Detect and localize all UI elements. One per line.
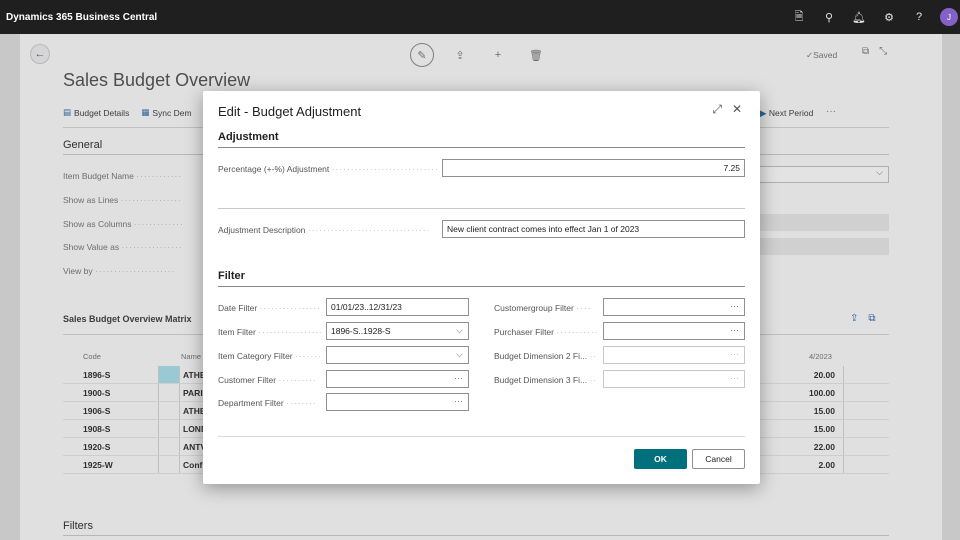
budget-dimension-2-filter-label: Budget Dimension 2 Fi... ·· bbox=[494, 351, 598, 361]
percentage-adjustment-input[interactable]: 7.25 bbox=[442, 159, 745, 177]
field-label: Date Filter bbox=[218, 303, 258, 313]
app-bar: Dynamics 365 Business Central 🗎 ⚲ 🔔︎ ⚙ ?… bbox=[0, 0, 960, 34]
document-icon[interactable]: 🗎 bbox=[784, 0, 814, 34]
search-icon[interactable]: ⚲ bbox=[814, 0, 844, 34]
budget-dimension-3-filter-input[interactable]: ··· bbox=[603, 370, 745, 388]
customergroup-filter-label: Customergroup Filter ···· bbox=[494, 303, 592, 313]
help-icon[interactable]: ? bbox=[904, 0, 934, 34]
lookup-ellipsis-button[interactable]: ··· bbox=[730, 373, 739, 383]
department-filter-label: Department Filter ········ bbox=[218, 398, 317, 408]
customer-filter-label: Customer Filter ·········· bbox=[218, 375, 317, 385]
field-label: Adjustment Description bbox=[218, 225, 306, 235]
footer-divider bbox=[218, 436, 745, 437]
lookup-ellipsis-button[interactable]: ··· bbox=[730, 349, 739, 359]
item-filter-label: Item Filter ·················· bbox=[218, 327, 322, 337]
item-category-filter-label: Item Category Filter ······· bbox=[218, 351, 322, 361]
item-category-filter-select[interactable]: ⌵ bbox=[326, 346, 469, 364]
lookup-ellipsis-button[interactable]: ··· bbox=[730, 301, 739, 311]
filter-section-header[interactable]: Filter bbox=[218, 270, 245, 282]
field-label: Purchaser Filter bbox=[494, 327, 554, 337]
adjustment-description-input[interactable]: New client contract comes into effect Ja… bbox=[442, 220, 745, 238]
lookup-ellipsis-button[interactable]: ··· bbox=[454, 396, 463, 406]
field-label: Budget Dimension 3 Fi... bbox=[494, 375, 588, 385]
lookup-ellipsis-button[interactable]: ··· bbox=[730, 325, 739, 335]
budget-dimension-3-filter-label: Budget Dimension 3 Fi... ·· bbox=[494, 375, 598, 385]
chevron-down-icon[interactable]: ⌵ bbox=[456, 349, 463, 360]
field-label: Budget Dimension 2 Fi... bbox=[494, 351, 588, 361]
field-label: Percentage (+-%) Adjustment bbox=[218, 164, 330, 174]
lookup-ellipsis-button[interactable]: ··· bbox=[454, 373, 463, 383]
department-filter-input[interactable]: ··· bbox=[326, 393, 469, 411]
expand-icon[interactable]: ⤢ bbox=[712, 102, 722, 117]
customer-filter-input[interactable]: ··· bbox=[326, 370, 469, 388]
gear-icon[interactable]: ⚙ bbox=[874, 0, 904, 34]
section-divider bbox=[218, 286, 745, 287]
dialog-title: Edit - Budget Adjustment bbox=[218, 104, 362, 119]
budget-dimension-2-filter-input[interactable]: ··· bbox=[603, 346, 745, 364]
section-divider bbox=[218, 147, 745, 148]
field-label: Customer Filter bbox=[218, 375, 277, 385]
field-label: Customergroup Filter bbox=[494, 303, 574, 313]
item-filter-select[interactable]: 1896-S..1928-S ⌵ bbox=[326, 322, 469, 340]
ok-button[interactable]: OK bbox=[634, 449, 687, 469]
purchaser-filter-label: Purchaser Filter ············ bbox=[494, 327, 598, 337]
close-icon[interactable]: ✕ bbox=[732, 102, 742, 117]
field-label: Item Category Filter bbox=[218, 351, 293, 361]
field-label: Department Filter bbox=[218, 398, 284, 408]
budget-adjustment-dialog: Edit - Budget Adjustment ⤢ ✕ Adjustment … bbox=[203, 91, 760, 484]
chevron-down-icon[interactable]: ⌵ bbox=[456, 325, 463, 336]
app-bar-tools: 🗎 ⚲ 🔔︎ ⚙ ? J bbox=[784, 0, 960, 34]
adjustment-description-label: Adjustment Description ·················… bbox=[218, 225, 431, 235]
date-filter-input[interactable]: 01/01/23..12/31/23 bbox=[326, 298, 469, 316]
dialog-controls: ⤢ ✕ bbox=[712, 102, 742, 117]
customergroup-filter-input[interactable]: ··· bbox=[603, 298, 745, 316]
date-filter-label: Date Filter ·················· bbox=[218, 303, 322, 313]
app-title[interactable]: Dynamics 365 Business Central bbox=[0, 12, 157, 23]
divider bbox=[218, 208, 745, 209]
adjustment-section-header[interactable]: Adjustment bbox=[218, 131, 279, 143]
bell-icon[interactable]: 🔔︎ bbox=[844, 0, 874, 34]
cancel-button[interactable]: Cancel bbox=[692, 449, 745, 469]
purchaser-filter-input[interactable]: ··· bbox=[603, 322, 745, 340]
percentage-adjustment-label: Percentage (+-%) Adjustment ············… bbox=[218, 164, 438, 174]
avatar[interactable]: J bbox=[940, 8, 958, 26]
field-label: Item Filter bbox=[218, 327, 256, 337]
item-filter-value: 1896-S..1928-S bbox=[331, 326, 391, 336]
